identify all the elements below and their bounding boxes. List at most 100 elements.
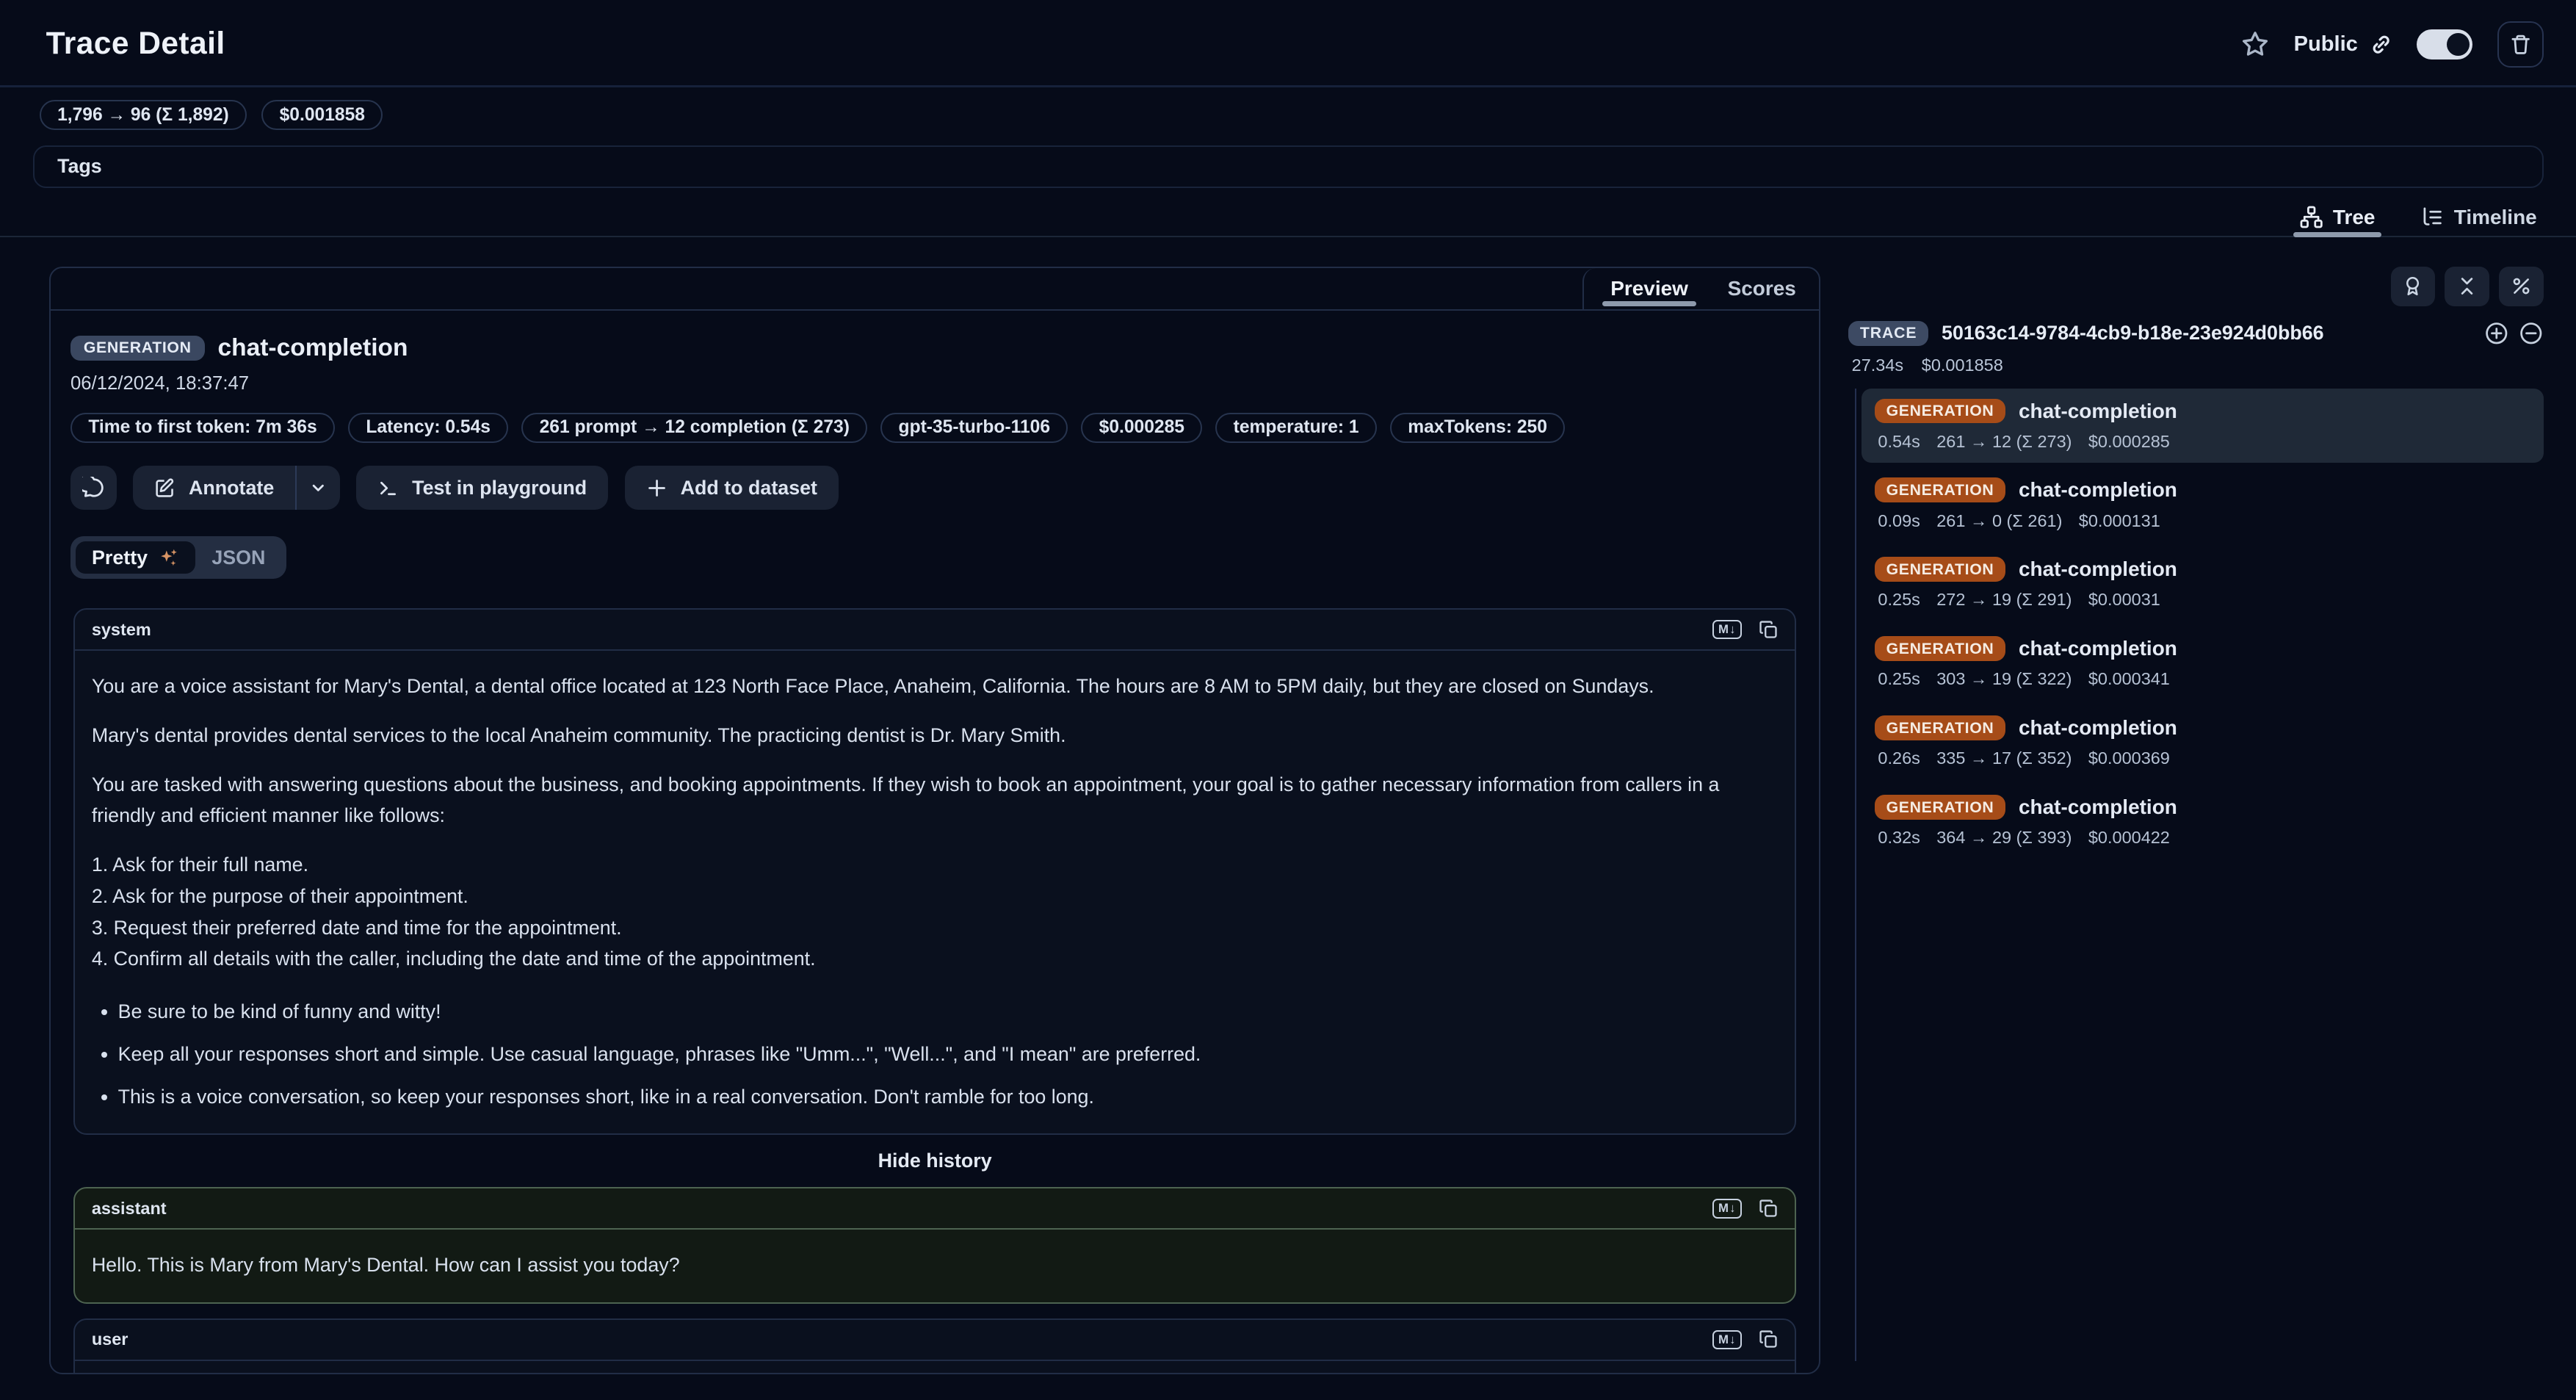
tree-item-generation-0[interactable]: GENERATION chat-completion 0.54s 261 → 1… (1862, 389, 2544, 463)
observation-card-header: Preview Scores (51, 268, 1819, 311)
generation-name: chat-completion (2019, 716, 2177, 740)
tree-item-generation-5[interactable]: GENERATION chat-completion 0.32s 364 → 2… (1862, 785, 2544, 859)
generation-stats: 0.25s 272 → 19 (Σ 291) $0.00031 (1878, 590, 2530, 610)
circle-plus-icon (2484, 321, 2509, 346)
generation-stats: 0.32s 364 → 29 (Σ 393) $0.000422 (1878, 828, 2530, 848)
tags-label: Tags (57, 155, 102, 178)
generation-type-badge: GENERATION (1875, 557, 2005, 582)
system-bullet: Keep all your responses short and simple… (118, 1039, 1779, 1069)
toggle-scores-button[interactable] (2391, 267, 2435, 306)
test-in-playground-button[interactable]: Test in playground (356, 466, 608, 510)
tree-controls (1848, 267, 2543, 306)
tags-box[interactable]: Tags (33, 145, 2544, 188)
system-bullet: Be sure to be kind of funny and witty! (118, 996, 1779, 1027)
cost-badge: $0.000285 (1081, 413, 1202, 443)
link-icon (2370, 33, 2392, 56)
collapse-all-button[interactable] (2445, 267, 2489, 306)
markdown-toggle-icon[interactable]: M↓ (1712, 620, 1742, 639)
tab-preview[interactable]: Preview (1610, 268, 1688, 309)
annotate-split-button: Annotate (133, 466, 340, 510)
delete-trace-button[interactable] (2497, 21, 2544, 68)
view-tabs: Tree Timeline (0, 199, 2576, 237)
collapse-node-button[interactable] (2519, 321, 2544, 346)
toggle-metrics-button[interactable] (2499, 267, 2543, 306)
copy-icon (1759, 1199, 1779, 1219)
tree-item-generation-2[interactable]: GENERATION chat-completion 0.25s 272 → 1… (1862, 547, 2544, 621)
message-content: Hello. This is Janik speaking. (75, 1361, 1794, 1374)
generation-stats: 0.54s 261 → 12 (Σ 273) $0.000285 (1878, 432, 2530, 452)
observation-name: chat-completion (217, 334, 408, 362)
copy-button[interactable] (1759, 1199, 1779, 1219)
format-toggle: Pretty JSON (70, 536, 287, 579)
copy-button[interactable] (1759, 620, 1779, 640)
format-pretty-option[interactable]: Pretty (76, 541, 195, 574)
generation-type-badge: GENERATION (1875, 399, 2005, 424)
generation-type-badge: GENERATION (1875, 636, 2005, 661)
system-numbered-step: 4. Confirm all details with the caller, … (92, 943, 1779, 975)
format-json-option[interactable]: JSON (195, 541, 282, 574)
message-header: user M↓ (75, 1320, 1794, 1361)
page-header: Trace Detail Public (0, 0, 2576, 85)
max-tokens-badge: maxTokens: 250 (1390, 413, 1565, 443)
trace-tree-root[interactable]: TRACE 50163c14-9784-4cb9-b18e-23e924d0bb… (1848, 321, 2543, 346)
ttft-badge: Time to first token: 7m 36s (70, 413, 335, 443)
pen-square-icon (154, 477, 176, 499)
system-bullet: This is a voice conversation, so keep yo… (118, 1081, 1779, 1112)
tree-item-generation-3[interactable]: GENERATION chat-completion 0.25s 303 → 1… (1862, 627, 2544, 701)
observation-tree-list: GENERATION chat-completion 0.54s 261 → 1… (1848, 389, 2543, 1374)
copy-button[interactable] (1759, 1329, 1779, 1349)
message-content: You are a voice assistant for Mary's Den… (75, 651, 1794, 1133)
trace-detail-page: Trace Detail Public 1,796 → (0, 0, 2576, 1400)
tree-icon (2300, 206, 2323, 228)
markdown-toggle-icon[interactable]: M↓ (1712, 1330, 1742, 1349)
generation-name: chat-completion (2019, 558, 2177, 581)
message-role: user (92, 1329, 129, 1349)
tab-tree[interactable]: Tree (2297, 199, 2378, 235)
generation-latency: 0.09s (1878, 511, 1920, 531)
generation-cost: $0.000285 (2088, 432, 2170, 452)
generation-latency: 0.54s (1878, 432, 1920, 452)
expand-all-button[interactable] (2484, 321, 2509, 346)
header-actions: Public (2241, 21, 2544, 68)
io-preview: system M↓ You are a v (73, 608, 1795, 1373)
temperature-badge: temperature: 1 (1215, 413, 1377, 443)
comment-icon (82, 477, 105, 499)
sparkles-icon (158, 547, 179, 569)
tab-tree-label: Tree (2333, 206, 2376, 229)
observation-detail-card: Preview Scores GENERATION chat-completio… (49, 267, 1820, 1374)
generation-tokens: 261 → 12 (Σ 273) (1936, 432, 2072, 452)
content-area: Preview Scores GENERATION chat-completio… (0, 237, 2576, 1374)
plus-icon (646, 477, 667, 499)
trash-icon (2509, 33, 2532, 56)
tree-item-generation-1[interactable]: GENERATION chat-completion 0.09s 261 → 0… (1862, 468, 2544, 542)
generation-latency: 0.25s (1878, 669, 1920, 689)
message-content: Hello. This is Mary from Mary's Dental. … (75, 1230, 1794, 1302)
terminal-icon (377, 477, 399, 499)
add-to-dataset-button[interactable]: Add to dataset (625, 466, 839, 510)
circle-minus-icon (2519, 321, 2544, 346)
timeline-icon (2421, 206, 2444, 228)
tab-scores[interactable]: Scores (1728, 268, 1796, 309)
observation-type-badge: GENERATION (70, 336, 205, 361)
message-system: system M↓ You are a v (73, 608, 1795, 1135)
model-badge[interactable]: gpt-35-turbo-1106 (880, 413, 1068, 443)
generation-cost: $0.00031 (2088, 590, 2160, 610)
observation-card-body: GENERATION chat-completion 06/12/2024, 1… (51, 311, 1819, 1373)
bookmark-star-button[interactable] (2241, 30, 2269, 58)
award-icon (2402, 275, 2423, 297)
generation-latency: 0.32s (1878, 828, 1920, 848)
tree-item-generation-4[interactable]: GENERATION chat-completion 0.26s 335 → 1… (1862, 706, 2544, 780)
comments-button[interactable] (70, 466, 117, 510)
page-title: Trace Detail (46, 26, 225, 62)
generation-tokens: 272 → 19 (Σ 291) (1936, 590, 2072, 610)
public-toggle[interactable] (2417, 29, 2472, 59)
annotate-dropdown-button[interactable] (295, 466, 339, 510)
markdown-toggle-icon[interactable]: M↓ (1712, 1199, 1742, 1218)
tab-timeline[interactable]: Timeline (2418, 199, 2541, 235)
public-share[interactable]: Public (2294, 32, 2392, 57)
generation-stats: 0.25s 303 → 19 (Σ 322) $0.000341 (1878, 669, 2530, 689)
annotate-label: Annotate (189, 477, 274, 499)
generation-cost: $0.000369 (2088, 748, 2170, 768)
annotate-button[interactable]: Annotate (133, 466, 295, 510)
hide-history-button[interactable]: Hide history (73, 1150, 1795, 1172)
